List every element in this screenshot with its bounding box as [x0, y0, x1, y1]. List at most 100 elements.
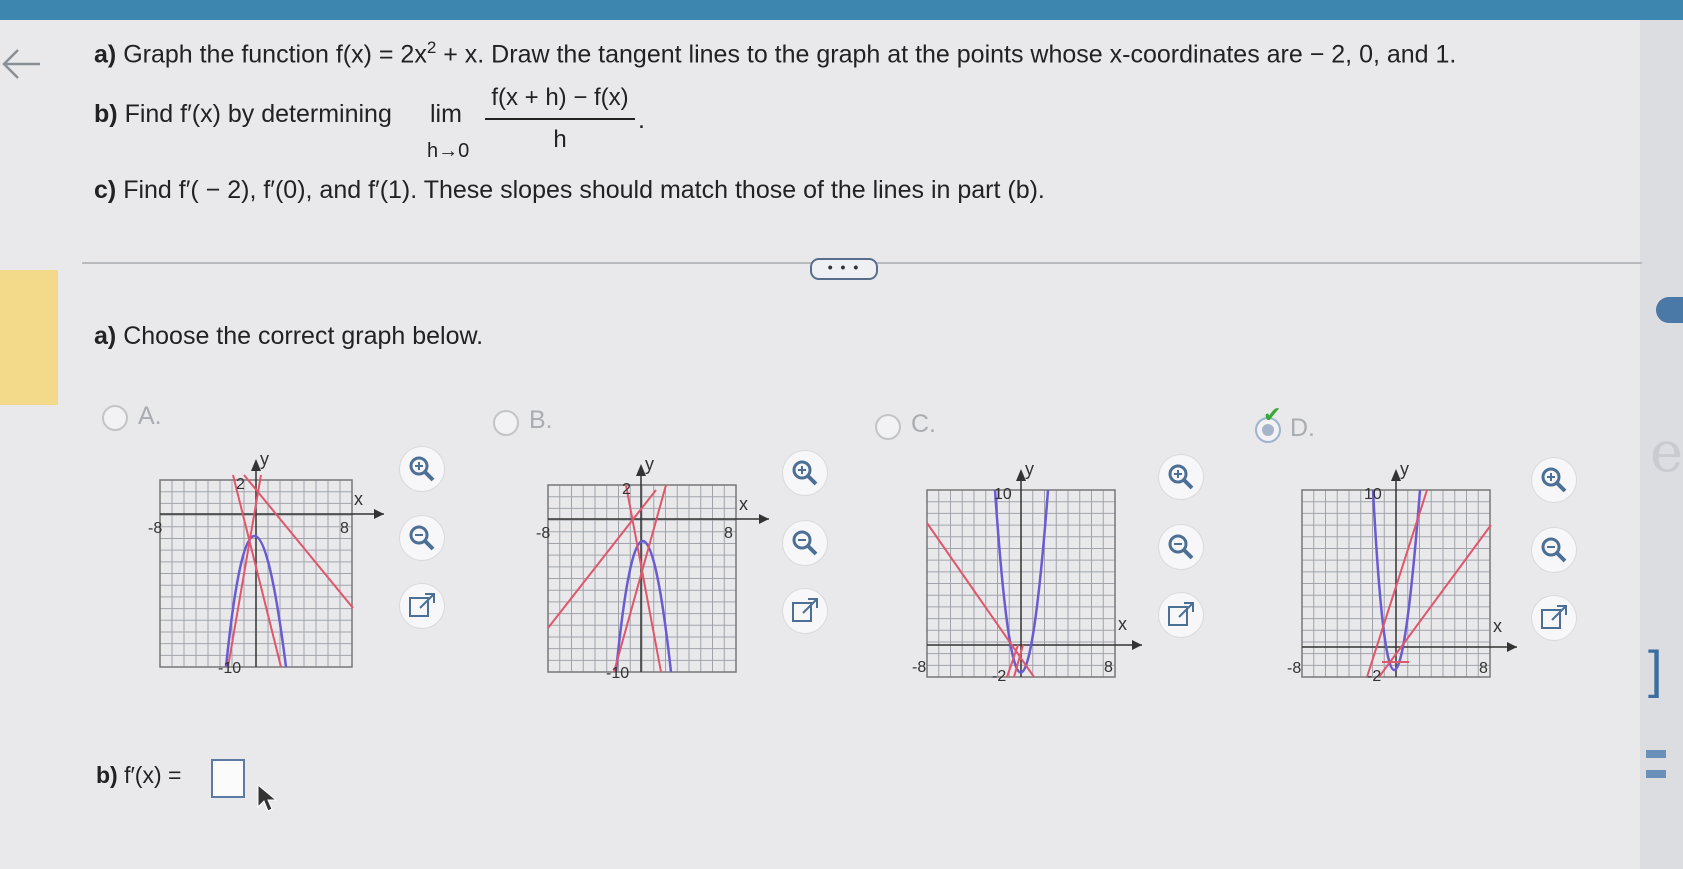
checkmark-icon: ✔ [1263, 402, 1282, 427]
choice-d-label[interactable]: D. [1290, 414, 1315, 443]
back-arrow-icon[interactable] [0, 40, 50, 90]
part-c-prefix: c) [94, 176, 117, 204]
part-b-prefix: b) [94, 100, 118, 128]
limit-subscript: h→0 [427, 140, 470, 162]
graph-d-left-label: -8 [1287, 660, 1301, 677]
graph-b-grid [548, 485, 736, 672]
graph-b[interactable]: y x 2 -8 8 -10 [536, 450, 786, 685]
fraction-numerator: f(x + h) − f(x) [491, 84, 629, 111]
graph-a-y-label: y [260, 449, 269, 469]
fraction-denominator: h [553, 126, 567, 153]
zoom-out-icon [409, 525, 435, 551]
zoom-out-button-c[interactable] [1159, 525, 1203, 569]
external-link-icon [1541, 605, 1567, 629]
zoom-in-button-d[interactable] [1532, 458, 1576, 502]
zoom-in-icon [792, 460, 818, 486]
question-part-b: b) Find f′(x) by determining [94, 100, 392, 129]
sub-question-a: a) Choose the correct graph below. [94, 322, 483, 351]
popout-button-a[interactable] [400, 584, 444, 628]
graph-a-top-label: 2 [236, 476, 245, 493]
part-b-period: . [638, 106, 645, 134]
right-bar-icon [1646, 770, 1666, 778]
graph-d[interactable]: y x 10 -8 8 -2 [1287, 455, 1537, 690]
right-bracket-icon: ] [1648, 641, 1663, 699]
question-part-a: a) Graph the function f(x) = 2x2 + x. Dr… [94, 38, 1456, 69]
graph-b-right-label: 8 [724, 525, 733, 542]
choice-b-label[interactable]: B. [529, 406, 553, 435]
sub-b-prefix: b) [96, 762, 118, 788]
graph-c-left-label: -8 [912, 659, 926, 676]
graph-b-x-arrow-icon [759, 514, 769, 524]
graph-a-x-label: x [354, 489, 363, 509]
graph-c-right-label: 8 [1104, 659, 1113, 676]
graph-a-bottom-label: -10 [218, 660, 241, 677]
zoom-in-button-a[interactable] [400, 447, 444, 491]
part-b-text: Find f′(x) by determining [124, 100, 392, 128]
fraction-bar [485, 118, 635, 120]
part-a-text: Graph the function f(x) = 2x [123, 40, 427, 69]
zoom-in-button-c[interactable] [1159, 455, 1203, 499]
limit-label: lim [430, 100, 462, 128]
graph-d-x-label: x [1493, 616, 1502, 636]
sub-a-prefix: a) [94, 322, 117, 350]
zoom-in-icon [1168, 464, 1194, 490]
question-part-c: c) Find f′( − 2), f′(0), and f′(1). Thes… [94, 176, 1045, 205]
zoom-out-button-d[interactable] [1532, 528, 1576, 572]
choice-c-radio[interactable] [875, 414, 901, 440]
graph-b-curve [614, 539, 673, 673]
sub-b-text: f′(x) = [124, 762, 182, 788]
sub-question-b: b) f′(x) = [96, 762, 181, 789]
popout-button-d[interactable] [1532, 596, 1576, 640]
right-bar-icon [1646, 750, 1666, 758]
popout-button-c[interactable] [1159, 593, 1203, 637]
graph-b-x-label: x [739, 494, 748, 514]
zoom-out-button-b[interactable] [783, 521, 827, 565]
derivative-answer-input[interactable] [211, 759, 245, 798]
graph-c-x-label: x [1118, 614, 1127, 634]
zoom-out-icon [792, 530, 818, 556]
graph-c-top-label: 10 [994, 486, 1012, 503]
graph-a-right-label: 8 [340, 520, 349, 537]
graph-b-top-label: 2 [622, 481, 631, 498]
graph-c-y-label: y [1025, 459, 1034, 479]
graph-d-y-label: y [1400, 459, 1409, 479]
zoom-in-button-b[interactable] [783, 451, 827, 495]
graph-d-bottom-label: -2 [1367, 668, 1381, 685]
right-panel-tab[interactable] [1656, 297, 1683, 323]
graph-c-bottom-label: -2 [992, 668, 1006, 685]
choice-a-label[interactable]: A. [138, 402, 162, 431]
graph-c-x-arrow-icon [1132, 640, 1142, 650]
graph-b-left-label: -8 [536, 525, 550, 542]
zoom-in-icon [409, 456, 435, 482]
right-panel-decoration: e [1650, 420, 1683, 485]
part-a-exponent: 2 [426, 38, 437, 57]
choice-c-label[interactable]: C. [911, 410, 936, 439]
external-link-icon [409, 593, 435, 617]
sub-a-text: Choose the correct graph below. [123, 322, 484, 350]
more-options-button[interactable]: • • • [810, 258, 878, 280]
graph-d-x-arrow-icon [1507, 642, 1517, 652]
choice-b-radio[interactable] [493, 410, 519, 436]
popout-button-b[interactable] [783, 589, 827, 633]
part-c-text: Find f′( − 2), f′(0), and f′(1). These s… [123, 176, 1045, 204]
graph-b-y-label: y [645, 454, 654, 474]
graph-a-left-label: -8 [148, 520, 162, 537]
graph-c[interactable]: y x 10 -8 8 -2 [912, 455, 1162, 690]
zoom-out-icon [1541, 537, 1567, 563]
zoom-out-button-a[interactable] [400, 516, 444, 560]
left-highlight-strip [0, 270, 58, 405]
choice-a-radio[interactable] [102, 405, 128, 431]
top-bar [0, 0, 1683, 20]
part-a-prefix: a) [94, 40, 117, 69]
external-link-icon [1168, 602, 1194, 626]
graph-b-bottom-label: -10 [606, 665, 629, 682]
external-link-icon [792, 598, 818, 622]
graph-d-right-label: 8 [1479, 660, 1488, 677]
mouse-cursor-icon [257, 783, 278, 812]
zoom-out-icon [1168, 534, 1194, 560]
zoom-in-icon [1541, 467, 1567, 493]
graph-a[interactable]: y x 2 -8 8 -10 [148, 445, 398, 680]
graph-a-x-arrow-icon [374, 509, 384, 519]
part-a-rest: + x. Draw the tangent lines to the graph… [443, 40, 1457, 69]
graph-d-top-label: 10 [1364, 486, 1382, 503]
